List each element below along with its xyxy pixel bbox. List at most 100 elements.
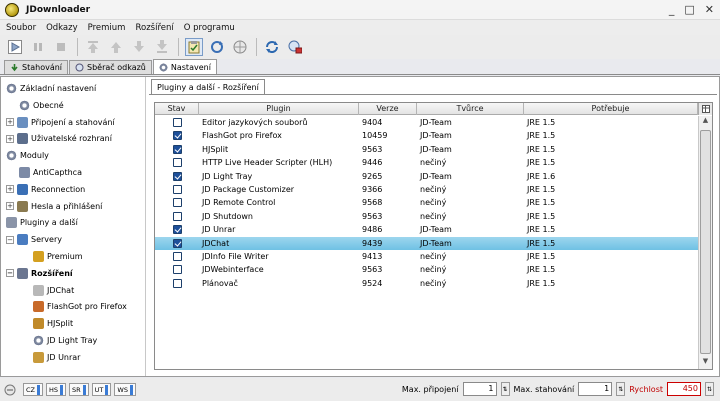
enable-checkbox[interactable] [172, 211, 182, 221]
max-connections-input[interactable]: 1 [462, 382, 497, 396]
close-button[interactable]: ✕ [705, 3, 714, 16]
minimize-button[interactable]: _ [669, 3, 675, 16]
tree-item-hesla-a-p-ihl-en-[interactable]: + Hesla a přihlášení [6, 198, 102, 215]
enable-checkbox[interactable] [172, 265, 182, 275]
collapse-icon[interactable]: − [6, 269, 14, 278]
module-indicator-sr[interactable]: SR [69, 383, 89, 396]
cell-verze: 9563 [362, 144, 383, 154]
module-indicator-cz[interactable]: CZ [23, 383, 43, 396]
maximize-button[interactable]: □ [684, 3, 694, 16]
menu-rozsireni[interactable]: Rozšíření [135, 23, 173, 33]
move-up-button[interactable] [107, 38, 125, 56]
module-indicator-ws[interactable]: WS [114, 383, 136, 396]
table-row[interactable]: JD Unrar 9486 JD-Team JRE 1.5 [155, 223, 698, 236]
tree-item-moduly[interactable]: Moduly [6, 147, 49, 164]
enable-checkbox[interactable] [172, 278, 182, 288]
enable-checkbox[interactable] [172, 251, 182, 261]
tree-item-roz-en-[interactable]: − Rozšíření [6, 265, 73, 282]
table-row[interactable]: JDInfo File Writer 9413 nečiný JRE 1.5 [155, 250, 698, 263]
tree-item-jd-unrar[interactable]: JD Unrar [33, 349, 80, 366]
tree-item-hjsplit[interactable]: HJSplit [33, 315, 73, 332]
enable-checkbox[interactable] [172, 225, 182, 235]
table-row[interactable]: Editor jazykových souborů 9404 JD-Team JRE … [155, 116, 698, 129]
enable-checkbox[interactable] [172, 158, 182, 168]
menu-o-programu[interactable]: O programu [184, 23, 235, 33]
menu-soubor[interactable]: Soubor [6, 23, 36, 33]
max-downloads-input[interactable]: 1 [578, 382, 613, 396]
tree-item-reconnection[interactable]: + Reconnection [6, 181, 85, 198]
module-indicator-hs[interactable]: HS [46, 383, 67, 396]
tree-item-jdchat[interactable]: JDChat [33, 282, 74, 299]
play-icon [8, 40, 22, 54]
table-row[interactable]: JD Package Customizer 9366 nečiný JRE 1.5 [155, 183, 698, 196]
module-indicator-ut[interactable]: UT [91, 383, 112, 396]
tree-item-anticapthca[interactable]: AntiCapthca [19, 164, 82, 181]
move-down-button[interactable] [130, 38, 148, 56]
column-header-potrebuje[interactable]: Potřebuje [524, 103, 698, 115]
enable-checkbox[interactable] [172, 171, 182, 181]
table-row[interactable]: HJSplit 9563 JD-Team JRE 1.5 [155, 143, 698, 156]
speed-limit-spinner[interactable]: ⇅ [705, 382, 714, 396]
move-bottom-button[interactable] [153, 38, 171, 56]
tree-item-label: Premium [47, 252, 83, 261]
table-row[interactable]: JDWebinterface 9563 nečiný JRE 1.5 [155, 263, 698, 276]
premium-toggle-button[interactable] [231, 38, 249, 56]
tree-item-p-ipojen-a-stahov-n-[interactable]: + Připojení a stahování [6, 114, 115, 131]
max-connections-spinner[interactable]: ⇅ [500, 382, 510, 396]
tree-item-z-kladn-nastaven-[interactable]: Základní nastavení [6, 80, 96, 97]
tree-item-u-ivatelsk-rozhran-[interactable]: + Uživatelské rozhraní [6, 130, 112, 147]
collapse-icon[interactable]: − [6, 235, 14, 244]
tree-item-flashgot-pro-firefox[interactable]: FlashGot pro Firefox [33, 298, 127, 315]
scroll-down-arrow-icon[interactable]: ▼ [699, 357, 712, 369]
column-header-tvurce[interactable]: Tvůrce [417, 103, 524, 115]
table-row[interactable]: HTTP Live Header Scripter (HLH) 9446 nečin… [155, 156, 698, 169]
enable-checkbox[interactable] [172, 118, 182, 127]
reconnect-toggle-button[interactable] [208, 38, 226, 56]
scrollbar-thumb[interactable] [700, 130, 711, 354]
scroll-up-arrow-icon[interactable]: ▲ [699, 116, 712, 128]
menu-premium[interactable]: Premium [88, 23, 126, 33]
table-row[interactable]: JD Remote Control 9568 nečiný JRE 1.5 [155, 196, 698, 209]
expand-icon[interactable]: + [6, 134, 14, 143]
tab-stahovani[interactable]: Stahování [4, 60, 69, 74]
tree-item-pluginy-a-dal-[interactable]: Pluginy a další [6, 214, 78, 231]
reconnect-now-button[interactable] [286, 38, 304, 56]
enable-checkbox[interactable] [172, 144, 182, 154]
enable-checkbox[interactable] [172, 238, 182, 248]
enable-checkbox[interactable] [172, 131, 182, 141]
clipboard-monitor-button[interactable] [185, 38, 203, 56]
table-row[interactable]: JDChat 9439 JD-Team JRE 1.5 [155, 236, 698, 250]
table-row[interactable]: Plánovač 9524 nečiný JRE 1.5 [155, 277, 698, 290]
start-button[interactable] [6, 38, 24, 56]
tree-item-obecn-[interactable]: Obecné [19, 97, 64, 114]
enable-checkbox[interactable] [172, 198, 182, 208]
tree-item-jd-light-tray[interactable]: JD Light Tray [33, 332, 97, 349]
vertical-scrollbar[interactable]: ▲ ▼ [698, 116, 712, 369]
max-downloads-spinner[interactable]: ⇅ [616, 382, 626, 396]
update-button[interactable] [263, 38, 281, 56]
globe-icon [17, 234, 28, 246]
stop-button[interactable] [52, 38, 70, 56]
table-row[interactable]: JD Light Tray 9265 JD-Team JRE 1.6 [155, 170, 698, 183]
expand-icon[interactable]: + [6, 202, 14, 211]
tree-item-servery[interactable]: − Servery [6, 231, 62, 248]
expand-icon[interactable]: + [6, 118, 14, 127]
table-row[interactable]: FlashGot pro Firefox 10459 JD-Team JRE 1.5 [155, 129, 698, 142]
pause-button[interactable] [29, 38, 47, 56]
column-chooser-button[interactable] [698, 103, 712, 115]
expand-icon[interactable]: + [6, 185, 14, 194]
tree-item-premium[interactable]: Premium [33, 248, 83, 265]
split-icon [33, 318, 44, 330]
enable-checkbox[interactable] [172, 184, 182, 194]
speed-limit-input[interactable]: 450 [667, 382, 701, 396]
table-row[interactable]: JD Shutdown 9563 nečiný JRE 1.5 [155, 210, 698, 223]
menu-odkazy[interactable]: Odkazy [46, 23, 78, 33]
column-header-stav[interactable]: Stav [155, 103, 199, 115]
column-header-verze[interactable]: Verze [359, 103, 417, 115]
move-top-button[interactable] [84, 38, 102, 56]
tab-pluginy-rozsireni[interactable]: Pluginy a další - Rozšíření [151, 79, 265, 94]
cell-tvurce: JD-Team [420, 225, 452, 235]
tab-nastaveni[interactable]: Nastavení [152, 59, 217, 74]
tab-sberac-odkazu[interactable]: Sběrač odkazů [69, 60, 152, 74]
column-header-plugin[interactable]: Plugin [199, 103, 359, 115]
